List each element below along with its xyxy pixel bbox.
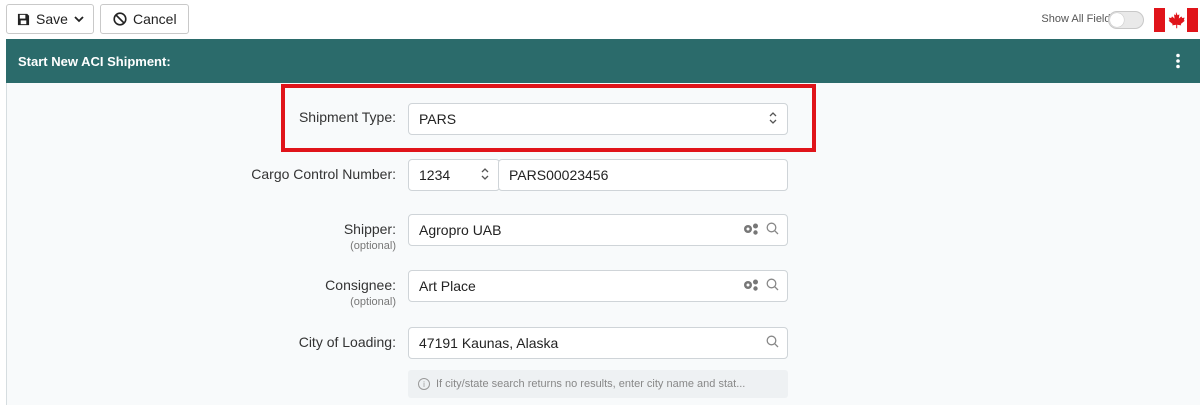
consignee-input[interactable]: Art Place <box>408 270 788 302</box>
cargo-control-prefix-select[interactable]: 1234 <box>408 159 500 191</box>
gears-icon[interactable] <box>742 278 760 295</box>
search-icon[interactable] <box>766 278 779 294</box>
city-of-loading-input[interactable]: 47191 Kaunas, Alaska <box>408 327 788 359</box>
shipper-input[interactable]: Agropro UAB <box>408 214 788 246</box>
section-header: Start New ACI Shipment: <box>6 39 1200 83</box>
highlight-box <box>281 84 816 152</box>
canada-flag-icon[interactable] <box>1154 8 1198 32</box>
save-button[interactable]: Save <box>6 4 94 34</box>
show-all-fields-toggle[interactable] <box>1108 11 1144 29</box>
search-icon[interactable] <box>766 335 779 351</box>
cancel-button-label: Cancel <box>133 11 177 27</box>
sort-updown-icon <box>481 167 499 183</box>
shipper-value: Agropro UAB <box>419 222 502 238</box>
consignee-label: Consignee: (optional) <box>206 277 396 308</box>
city-search-hint: i If city/state search returns no result… <box>408 370 788 398</box>
consignee-optional-note: (optional) <box>350 296 396 308</box>
kebab-menu-icon[interactable] <box>1176 53 1180 69</box>
shipper-label-text: Shipper: <box>343 221 396 237</box>
ban-icon <box>113 12 127 26</box>
show-all-fields-label: Show All Fields <box>1041 13 1116 25</box>
cargo-control-number-value: PARS00023456 <box>509 167 609 183</box>
consignee-value: Art Place <box>419 278 476 294</box>
city-search-hint-text: If city/state search returns no results,… <box>436 378 746 390</box>
toolbar: Save Cancel Show All Fields <box>0 0 1200 39</box>
city-of-loading-label: City of Loading: <box>298 334 396 350</box>
search-icon[interactable] <box>766 222 779 238</box>
gears-icon[interactable] <box>742 222 760 239</box>
section-title: Start New ACI Shipment: <box>18 53 171 69</box>
consignee-label-text: Consignee: <box>325 277 396 293</box>
cargo-control-prefix-value: 1234 <box>419 167 451 183</box>
save-button-label: Save <box>36 11 68 27</box>
cargo-control-label: Cargo Control Number: <box>251 166 396 182</box>
floppy-disk-icon <box>17 13 30 26</box>
shipper-label: Shipper: (optional) <box>206 221 396 252</box>
city-of-loading-value: 47191 Kaunas, Alaska <box>419 335 559 351</box>
chevron-down-icon <box>74 15 84 23</box>
shipper-optional-note: (optional) <box>350 240 396 252</box>
info-icon: i <box>418 378 430 390</box>
toggle-knob <box>1110 13 1124 27</box>
cargo-control-number-input[interactable]: PARS00023456 <box>498 159 788 191</box>
cancel-button[interactable]: Cancel <box>100 4 189 34</box>
